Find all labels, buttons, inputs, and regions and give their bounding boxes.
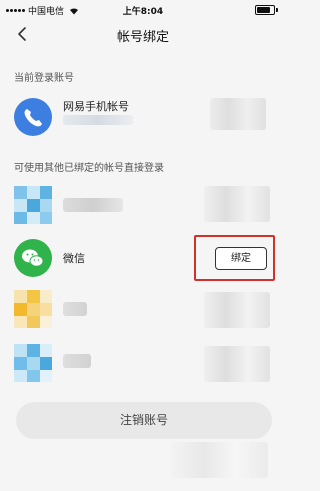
- status-time: 上午8:04: [122, 7, 164, 17]
- phone-icon: [24, 109, 42, 127]
- obscured-label: [63, 302, 87, 316]
- obscured-avatar: [14, 344, 52, 382]
- obscured-watermark: [172, 442, 268, 478]
- page-title: 帐号绑定: [116, 30, 169, 45]
- list-item: [0, 340, 286, 396]
- bind-wechat-button[interactable]: 绑定: [215, 247, 267, 270]
- current-account-section-label: 当前登录账号: [14, 73, 74, 84]
- wechat-label: 微信: [63, 252, 85, 265]
- current-account-status-obscured: [210, 98, 266, 130]
- other-accounts-section-label: 可使用其他已绑定的帐号直接登录: [14, 163, 164, 174]
- obscured-action: [204, 292, 270, 328]
- list-item: [0, 286, 286, 342]
- battery-icon: [255, 5, 278, 15]
- wechat-icon: [22, 249, 44, 267]
- cancel-account-button[interactable]: 注销账号: [16, 402, 272, 439]
- obscured-avatar: [14, 290, 52, 328]
- phone-account-label: 网易手机帐号: [63, 100, 129, 113]
- obscured-action: [204, 346, 270, 382]
- obscured-label: [63, 198, 123, 212]
- status-bar: 中国电信 上午8:04: [0, 0, 286, 20]
- obscured-action: [204, 186, 270, 222]
- phone-number-obscured: [63, 115, 133, 125]
- obscured-avatar: [14, 186, 52, 224]
- wechat-avatar: [14, 239, 52, 277]
- phone-avatar: [14, 98, 52, 136]
- nav-bar: 帐号绑定: [0, 20, 286, 48]
- current-account-row: 网易手机帐号: [0, 88, 286, 144]
- list-item: [0, 178, 286, 234]
- obscured-label: [63, 354, 91, 368]
